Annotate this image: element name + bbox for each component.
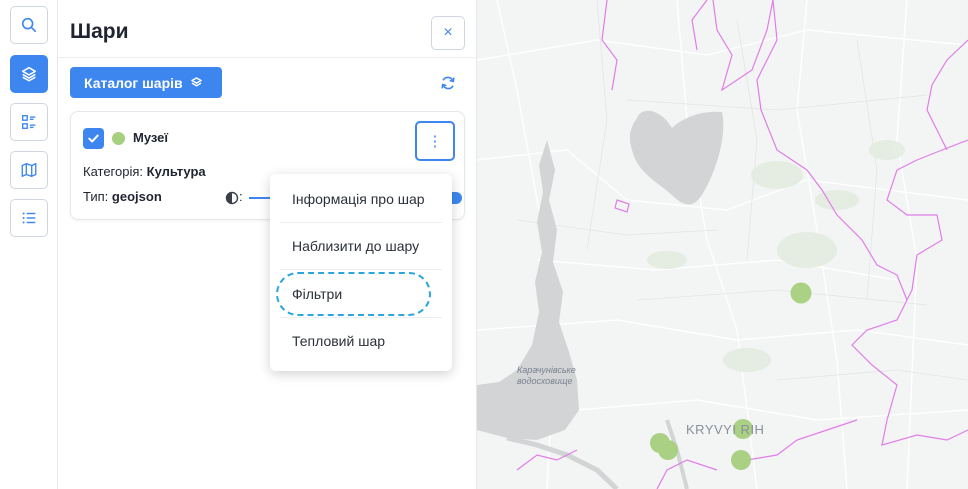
- layer-catalog-button[interactable]: Каталог шарів: [70, 67, 222, 98]
- list-icon: [22, 212, 36, 224]
- search-button[interactable]: [10, 6, 48, 44]
- category-label: Категорія:: [83, 164, 144, 179]
- search-icon: [21, 17, 37, 33]
- layer-type: Тип: geojson: [83, 189, 162, 204]
- close-button[interactable]: ×: [431, 16, 465, 50]
- category-value: Культура: [146, 164, 206, 179]
- layer-color-dot: [112, 132, 125, 145]
- type-label: Тип:: [83, 189, 109, 204]
- map-icon: [21, 163, 37, 177]
- type-value: geojson: [111, 189, 162, 204]
- opacity-label: :: [239, 189, 243, 204]
- opacity-slider-track[interactable]: [249, 197, 271, 199]
- kebab-menu-icon: ⋮: [427, 133, 443, 150]
- city-label: KRYVYI RIH: [686, 422, 765, 437]
- map-button[interactable]: [10, 151, 48, 189]
- reservoir-label: Карачунівське водосховище: [517, 365, 576, 386]
- list-button[interactable]: [10, 199, 48, 237]
- layers-button[interactable]: [10, 55, 48, 93]
- menu-item-zoom-to-layer[interactable]: Наблизити до шару: [270, 222, 452, 269]
- layer-category: Категорія: Культура: [83, 164, 206, 179]
- panel-title: Шари: [70, 20, 129, 43]
- legend-button[interactable]: [10, 103, 48, 141]
- layers-icon: [21, 66, 37, 82]
- menu-item-layer-info[interactable]: Інформація про шар: [270, 175, 452, 222]
- layer-visibility-checkbox[interactable]: [83, 128, 104, 149]
- focus-ring: [276, 272, 431, 316]
- opacity-icon: [225, 191, 239, 205]
- opacity-slider-thumb[interactable]: [452, 192, 462, 204]
- header-divider: [58, 57, 477, 58]
- map-canvas: [477, 0, 968, 489]
- legend-icon: [22, 115, 36, 129]
- close-icon: ×: [443, 24, 453, 41]
- layer-name: Музеї: [133, 130, 169, 145]
- catalog-button-label: Каталог шарів: [84, 74, 183, 91]
- layer-menu-button[interactable]: ⋮: [415, 121, 455, 161]
- refresh-icon[interactable]: [439, 74, 457, 92]
- layer-context-menu: Інформація про шар Наблизити до шару Філ…: [270, 174, 452, 371]
- west-reservoir: [477, 140, 579, 440]
- layers-icon: [190, 77, 202, 87]
- north-reservoir: [629, 110, 724, 205]
- check-icon: [88, 134, 99, 143]
- left-rail: [0, 0, 58, 489]
- map-view[interactable]: Карачунівське водосховище KRYVYI RIH: [477, 0, 968, 489]
- menu-item-heatmap[interactable]: Тепловий шар: [270, 317, 452, 364]
